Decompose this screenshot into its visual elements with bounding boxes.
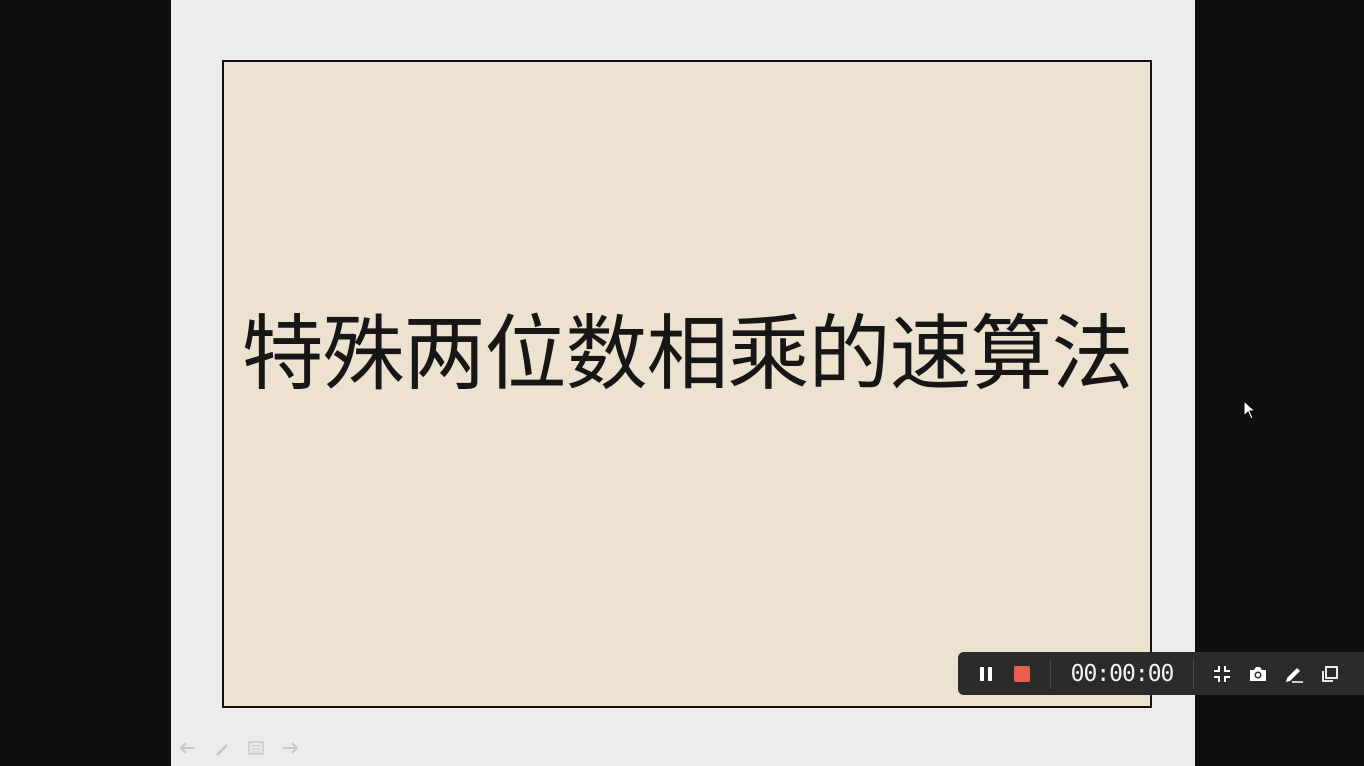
exit-fullscreen-button[interactable] bbox=[1204, 652, 1240, 695]
arrow-right-icon[interactable] bbox=[281, 739, 299, 757]
recording-timer: 00:00:00 bbox=[1070, 660, 1175, 687]
slide: 特殊两位数相乘的速算法 bbox=[222, 60, 1152, 708]
recording-toolbar: 00:00:00 bbox=[958, 652, 1364, 695]
pause-icon bbox=[980, 666, 992, 681]
slide-title: 特殊两位数相乘的速算法 bbox=[241, 307, 1133, 402]
stop-icon bbox=[1014, 665, 1030, 682]
pause-button[interactable] bbox=[968, 652, 1004, 695]
popout-button[interactable] bbox=[1312, 652, 1348, 695]
camera-icon bbox=[1250, 666, 1266, 681]
annotate-button[interactable] bbox=[1276, 652, 1312, 695]
arrow-left-icon[interactable] bbox=[179, 739, 197, 757]
slide-nav-toolbar bbox=[179, 738, 299, 758]
menu-icon[interactable] bbox=[247, 739, 265, 757]
screenshot-button[interactable] bbox=[1240, 652, 1276, 695]
stop-button[interactable] bbox=[1004, 652, 1040, 695]
shrink-icon bbox=[1214, 665, 1230, 682]
mouse-cursor-icon bbox=[1243, 399, 1257, 424]
window-icon bbox=[1322, 665, 1338, 682]
pen-icon bbox=[1286, 667, 1303, 683]
pen-icon[interactable] bbox=[213, 739, 231, 757]
divider bbox=[1193, 658, 1194, 689]
